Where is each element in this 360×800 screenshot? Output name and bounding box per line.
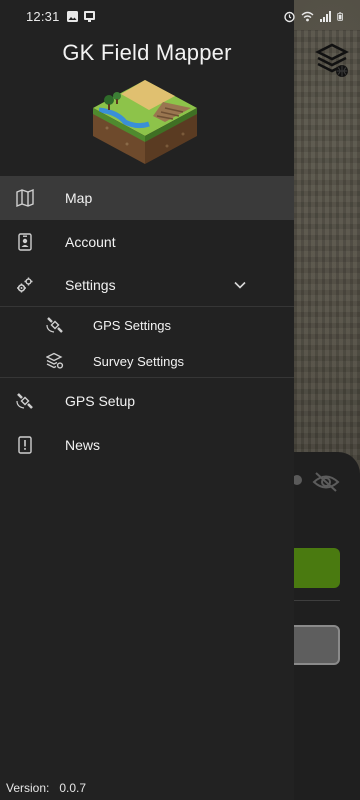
menu-item-gps-settings[interactable]: GPS Settings [0, 307, 294, 343]
gears-icon [17, 277, 33, 293]
alarm-icon [284, 11, 295, 22]
menu-item-map[interactable]: Map [0, 176, 294, 220]
menu-item-label: Survey Settings [93, 353, 185, 369]
app-logo [93, 80, 197, 164]
menu-item-label: News [65, 437, 101, 453]
image-icon [66, 10, 78, 22]
app-title: GK Field Mapper [62, 40, 232, 65]
chevron-down-icon[interactable] [232, 277, 248, 293]
eye-off-icon[interactable] [312, 470, 340, 494]
alert-box-icon [18, 436, 32, 454]
menu-item-gps-setup[interactable]: GPS Setup [0, 379, 294, 423]
map-icon [16, 189, 34, 207]
menu-item-label: Account [65, 234, 116, 250]
battery-icon [337, 11, 343, 21]
menu-item-settings[interactable]: Settings [0, 263, 294, 307]
badge-icon [18, 233, 32, 251]
navigation-drawer: GK Field Mapper Map Account Settings GPS… [0, 0, 294, 800]
menu-item-account[interactable]: Account [0, 220, 294, 264]
map-imagery [294, 30, 360, 460]
satellite-icon [16, 393, 33, 409]
wifi-icon [301, 11, 314, 21]
layers-icon[interactable] [312, 40, 352, 80]
layers-gear-icon [46, 352, 64, 369]
menu-item-label: GPS Setup [65, 393, 136, 409]
status-bar: 12:31 [0, 0, 360, 32]
version-label: Version: [6, 781, 50, 795]
version-info: Version: 0.0.7 [6, 781, 86, 795]
status-time: 12:31 [26, 8, 60, 24]
menu-item-label: Map [65, 190, 93, 206]
divider [0, 377, 294, 378]
menu-item-label: Settings [65, 277, 116, 293]
satellite-icon [46, 317, 63, 333]
menu-item-survey-settings[interactable]: Survey Settings [0, 343, 294, 379]
menu-item-news[interactable]: News [0, 423, 294, 467]
sheet-divider [294, 600, 340, 601]
menu-item-label: GPS Settings [93, 317, 172, 333]
version-value: 0.0.7 [59, 781, 87, 795]
cast-icon [83, 10, 95, 22]
signal-icon [320, 10, 331, 22]
